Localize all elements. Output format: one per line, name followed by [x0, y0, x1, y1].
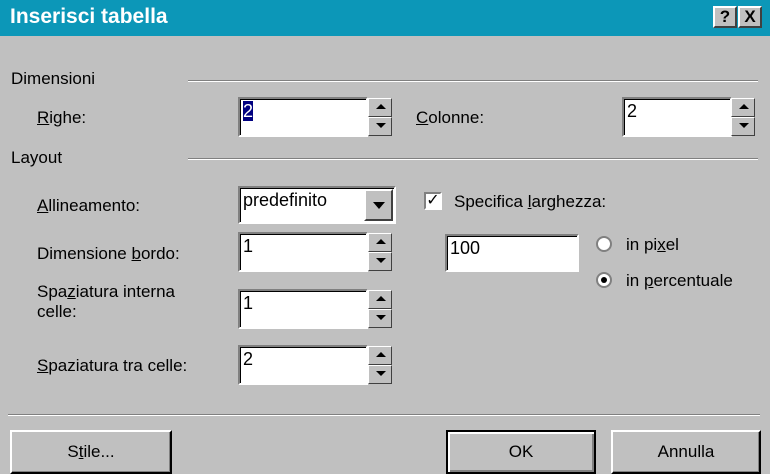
righe-label: Righe: [37, 108, 87, 127]
arrow-up-icon [376, 239, 386, 244]
arrow-up-icon [376, 352, 386, 357]
larghezza-input[interactable]: 100 [445, 234, 579, 272]
bordo-spinner[interactable] [368, 233, 392, 271]
bordo-label: Dimensione bordo: [37, 244, 180, 263]
allineamento-value: predefinito [243, 190, 328, 210]
spaziatura-interna-label: Spaziatura interna celle: [37, 282, 175, 321]
colonne-value: 2 [627, 101, 638, 121]
help-icon: ? [719, 7, 731, 26]
radio-percentuale[interactable] [596, 272, 612, 288]
radio-pixel-label: in pixel [626, 235, 679, 254]
arrow-up-icon [376, 296, 386, 301]
specifica-checkbox[interactable]: ✓ [424, 192, 442, 210]
bottom-divider [8, 414, 760, 416]
spin-down-button[interactable] [368, 365, 392, 384]
divider [188, 158, 758, 160]
divider [188, 80, 758, 82]
spin-up-button[interactable] [368, 98, 392, 117]
close-button[interactable]: X [738, 6, 762, 28]
dialog-title: Inserisci tabella [10, 5, 168, 28]
spaziatura-tra-spinner[interactable] [368, 346, 392, 384]
arrow-down-icon [376, 371, 386, 376]
colonne-input[interactable]: 2 [622, 97, 732, 137]
spin-up-button[interactable] [731, 98, 755, 117]
specifica-label: Specifica larghezza: [454, 192, 607, 211]
arrow-down-icon [376, 315, 386, 320]
radio-percentuale-label: in percentuale [626, 271, 733, 290]
spin-down-button[interactable] [368, 309, 392, 328]
arrow-down-icon [376, 258, 386, 263]
spin-down-button[interactable] [368, 117, 392, 136]
spaziatura-interna-value: 1 [243, 293, 254, 313]
colonne-spinner[interactable] [731, 98, 755, 136]
close-icon: X [744, 7, 756, 26]
bordo-input[interactable]: 1 [238, 232, 368, 272]
arrow-up-icon [739, 104, 749, 109]
arrow-down-icon [739, 123, 749, 128]
spin-up-button[interactable] [368, 290, 392, 309]
insert-table-dialog: Inserisci tabella ? X Dimensioni Righe: … [0, 0, 770, 474]
spaziatura-interna-spinner[interactable] [368, 290, 392, 328]
spaziatura-tra-value: 2 [243, 349, 254, 369]
arrow-down-icon [376, 123, 386, 128]
larghezza-value: 100 [450, 238, 481, 258]
spin-down-button[interactable] [731, 117, 755, 136]
ok-button[interactable]: OK [446, 430, 596, 474]
spaziatura-tra-label: Spaziatura tra celle: [37, 356, 188, 375]
bordo-value: 1 [243, 236, 254, 256]
spaziatura-tra-input[interactable]: 2 [238, 345, 368, 385]
help-button[interactable]: ? [713, 6, 737, 28]
spin-down-button[interactable] [368, 252, 392, 271]
spin-up-button[interactable] [368, 233, 392, 252]
arrow-up-icon [376, 104, 386, 109]
radio-selected-dot [601, 277, 607, 283]
annulla-button[interactable]: Annulla [611, 430, 761, 474]
chevron-down-icon [373, 202, 385, 209]
colonne-label: Colonne: [416, 108, 485, 127]
dropdown-button[interactable] [364, 189, 393, 221]
section-dimensioni: Dimensioni [11, 69, 96, 88]
righe-value: 2 [243, 101, 254, 121]
righe-input[interactable]: 2 [238, 97, 368, 137]
spin-up-button[interactable] [368, 346, 392, 365]
section-layout: Layout [11, 148, 63, 167]
title-bar[interactable]: Inserisci tabella ? X [0, 0, 770, 36]
radio-pixel[interactable] [596, 236, 612, 252]
allineamento-label: Allineamento: [37, 196, 141, 215]
spaziatura-interna-input[interactable]: 1 [238, 289, 368, 329]
righe-spinner[interactable] [368, 98, 392, 136]
stile-button[interactable]: Stile... [10, 430, 172, 474]
